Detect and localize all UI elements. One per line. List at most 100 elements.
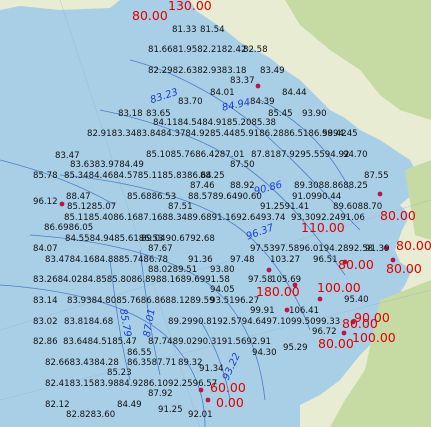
- value-label: 94.70: [343, 150, 368, 160]
- value-label: 87.67: [148, 244, 173, 254]
- value-label: 105.69: [271, 275, 302, 285]
- value-label: 94.30: [252, 348, 277, 358]
- value-label: 86.55: [127, 348, 152, 358]
- red-label: 80.00: [338, 257, 374, 272]
- value-label: 82.86: [33, 337, 58, 347]
- value-label: 98.42: [322, 129, 347, 139]
- station-marker: [266, 267, 272, 273]
- red-label: 80.00: [318, 336, 354, 351]
- value-label: 83.2684.0284.8585.8086.8988.1689.6991.58: [33, 275, 230, 285]
- value-label: 96.51: [313, 255, 338, 265]
- value-label: 82.58: [243, 45, 268, 55]
- value-label: 91.36: [188, 255, 213, 265]
- value-label: 83.18: [118, 109, 143, 119]
- value-label: 88.47: [66, 192, 91, 202]
- value-label: 91.34: [199, 364, 224, 374]
- value-label: 89.6088.70: [333, 202, 383, 212]
- value-label: 82.4183.1583.9884.9286.10: [45, 379, 169, 389]
- value-label: 84.01: [210, 88, 235, 98]
- value-label: 97.5397.5896.0194.2892.58: [250, 244, 374, 254]
- value-label: 95.29: [283, 343, 308, 353]
- value-label: 94.05: [210, 285, 235, 295]
- value-label: 85.3484.4684.5785.1185.8386.64: [64, 171, 212, 181]
- value-label: 88.0289.51: [148, 265, 198, 275]
- value-label: 87.55: [364, 171, 389, 181]
- value-label: 83.6484.5185.47: [63, 337, 137, 347]
- value-label: 93.3092.2491.06: [291, 213, 365, 223]
- value-label: 83.37: [230, 76, 255, 86]
- value-label: 97.48: [230, 255, 255, 265]
- value-label: 82.12: [45, 400, 70, 410]
- value-label: 83.6383.9784.49: [70, 160, 144, 170]
- value-label: 85.23: [107, 368, 132, 378]
- red-label: 80.00: [132, 8, 168, 23]
- map-viewport[interactable]: 80.00 130.00 80.00 80.00 80.00 110.00 80…: [0, 0, 431, 427]
- value-label: 84.07: [33, 244, 58, 254]
- value-label: 86.3587.71: [127, 358, 177, 368]
- value-label: 91.2591.41: [260, 202, 310, 212]
- value-label: 86.6986.05: [44, 223, 94, 233]
- value-label: 93.90: [302, 109, 327, 119]
- red-label: 80.00: [386, 261, 422, 276]
- value-label: 92.2596.57: [168, 379, 218, 389]
- value-label: 81.33: [172, 25, 197, 35]
- value-label: 81.54: [200, 25, 225, 35]
- value-label: 83.14: [33, 296, 58, 306]
- red-label: 0.00: [216, 395, 244, 410]
- value-label: 89.0490.6792.68: [141, 234, 215, 244]
- value-label: 88.25: [200, 171, 225, 181]
- value-label: 84.39: [250, 97, 275, 107]
- red-label: 180.00: [256, 284, 300, 299]
- value-label: 82.8283.60: [66, 410, 116, 420]
- red-label: 80.00: [396, 238, 431, 253]
- value-label: 83.4784.1684.8885.7486.78: [45, 255, 169, 265]
- value-label: 85.78: [33, 171, 58, 181]
- value-label: 106.41: [289, 306, 320, 316]
- value-label: 96.12: [33, 197, 58, 207]
- value-label: 83.8184.68: [64, 317, 114, 327]
- value-label: 83.02: [33, 317, 58, 327]
- value-label: 88.5789.6490.60: [188, 192, 262, 202]
- value-label: 83.70: [178, 97, 203, 107]
- station-marker: [205, 397, 211, 403]
- red-label: 110.00: [301, 220, 345, 235]
- station-marker: [341, 330, 347, 336]
- value-label: 91.25: [158, 405, 183, 415]
- value-label: 85.1085.7686.4287.01: [146, 150, 245, 160]
- value-label: 83.49: [260, 66, 285, 76]
- value-label: 81.6681.9582.2182.42: [148, 45, 247, 55]
- value-label: 83.9384.8085.7686.8688.1289.59: [67, 296, 215, 306]
- station-marker: [377, 191, 383, 197]
- value-label: 87.50: [230, 160, 255, 170]
- value-label: 92.01: [188, 410, 213, 420]
- value-label: 87.46: [190, 181, 215, 191]
- value-label: 96.72: [312, 327, 337, 337]
- red-label: 80.00: [380, 208, 416, 223]
- station-marker: [317, 296, 323, 302]
- value-label: 95.40: [344, 295, 369, 305]
- value-label: 85.6886.53: [127, 192, 177, 202]
- station-marker: [59, 201, 65, 207]
- value-label: 87.92: [148, 389, 173, 399]
- value-label: 87.8187.9295.5594.92: [251, 150, 350, 160]
- value-label: 87.51: [168, 202, 193, 212]
- value-label: 93.80: [210, 265, 235, 275]
- value-label: 84.1184.5484.9185.2085.38: [153, 118, 277, 128]
- value-label: 84.44: [282, 88, 307, 98]
- value-label: 84.49: [117, 400, 142, 410]
- red-label: 90.00: [354, 310, 390, 325]
- value-label: 89.3088.8688.25: [294, 181, 368, 191]
- value-label: 97.58: [248, 275, 273, 285]
- value-label: 93.5196.27: [210, 296, 260, 306]
- value-label: 87.7489.0290.3191.5692.91: [148, 337, 272, 347]
- red-label: 130.00: [168, 0, 212, 13]
- value-label: 103.27: [270, 255, 301, 265]
- value-label: 85.1285.07: [67, 202, 117, 212]
- value-label: 85.1185.4086.1687.1688.3489.6891.1692.64…: [64, 213, 286, 223]
- red-label: 100.00: [352, 330, 396, 345]
- station-marker: [255, 83, 261, 89]
- value-label: 82.6683.4384.28: [45, 358, 119, 368]
- value-label: 91.39: [365, 244, 390, 254]
- value-label: 91.0990.44: [292, 192, 342, 202]
- red-label: 100.00: [317, 280, 361, 295]
